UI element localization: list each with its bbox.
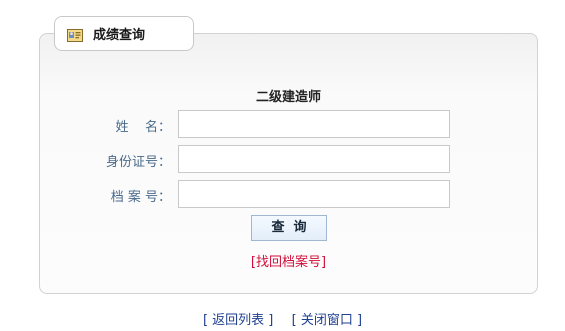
file-number-input[interactable] — [178, 180, 450, 208]
name-label: 姓 名： — [115, 120, 171, 135]
name-input[interactable] — [178, 110, 450, 138]
id-card-icon — [67, 27, 83, 42]
name-row: 姓 名： — [0, 110, 565, 138]
id-number-row: 身份证号： — [0, 145, 565, 173]
file-number-label: 档 案 号： — [110, 190, 171, 205]
close-window-link[interactable]: [ 关闭窗口 ] — [292, 313, 362, 328]
panel-title: 成绩查询 — [93, 28, 146, 43]
form-title: 二级建造师 — [255, 90, 321, 105]
footer-links: [ 返回列表 ] [ 关闭窗口 ] — [0, 309, 565, 328]
file-number-row: 档 案 号： — [0, 180, 565, 208]
query-button[interactable]: 查 询 — [251, 215, 327, 241]
id-number-input[interactable] — [178, 145, 450, 173]
id-number-label: 身份证号： — [105, 155, 171, 170]
panel-tab: 成绩查询 — [54, 16, 194, 51]
page: 成绩查询 二级建造师 姓 名： 身份证号： 档 案 号： 查 询 [找回档案号]… — [0, 0, 565, 331]
find-file-number-link[interactable]: [找回档案号] — [39, 251, 538, 270]
back-to-list-link[interactable]: [ 返回列表 ] — [203, 313, 273, 328]
